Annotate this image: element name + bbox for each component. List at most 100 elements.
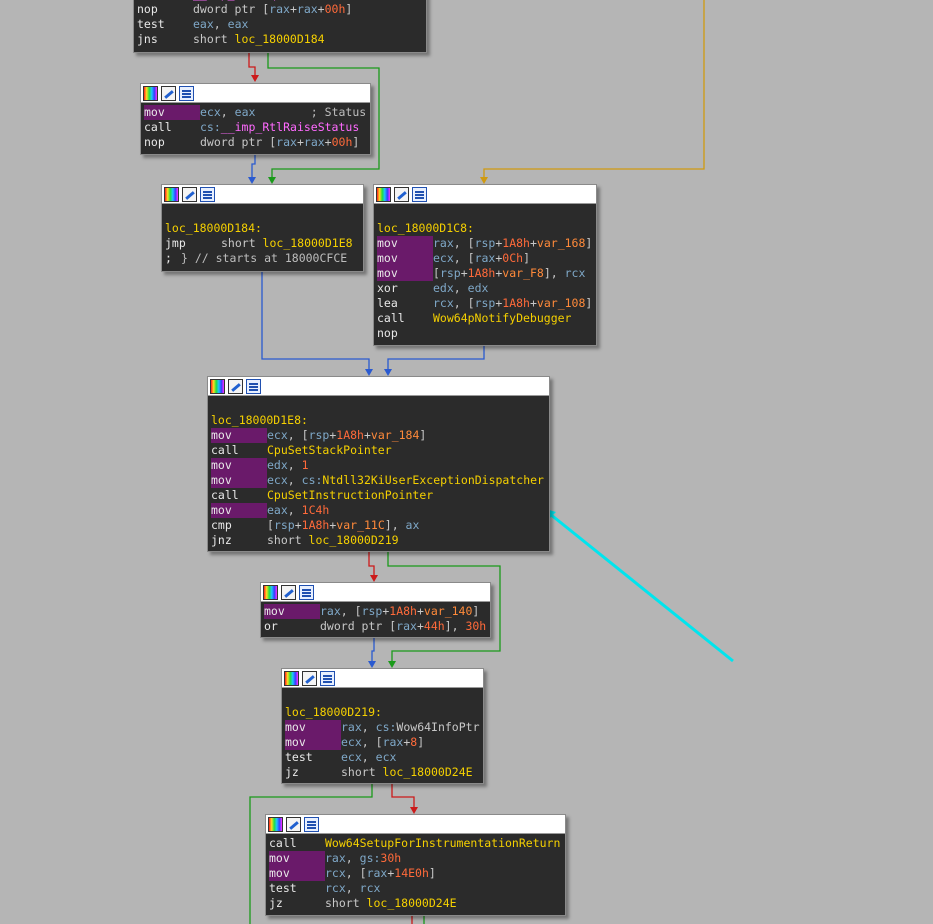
asm-mnemonic[interactable]: xor (377, 281, 433, 296)
graph-node-loc_18000D184[interactable]: loc_18000D184: jmp short loc_18000D1E8;} /… (161, 184, 364, 272)
asm-line[interactable]: lea rcx, [rsp+1A8h+var_108] (377, 296, 593, 311)
graph-overview-icon[interactable] (179, 85, 194, 101)
graph-overview-icon[interactable] (320, 670, 335, 686)
graph-node-loc_18000D1C8[interactable]: loc_18000D1C8: mov rax, [rsp+1A8h+var_168]… (373, 184, 597, 346)
asm-line[interactable]: mov edx, 1 (211, 458, 546, 473)
asm-line[interactable]: loc_18000D1C8: (377, 221, 593, 236)
asm-label[interactable]: loc_18000D1E8: (211, 413, 308, 427)
asm-operand-var[interactable]: var_168 (537, 236, 585, 250)
asm-mnemonic[interactable]: mov (269, 866, 325, 881)
asm-line[interactable]: call CpuSetStackPointer (211, 443, 546, 458)
asm-mnemonic[interactable]: mov (211, 473, 267, 488)
color-palette-icon[interactable] (284, 670, 299, 686)
asm-line[interactable]: nop dword ptr [rax+rax+00h] (137, 2, 423, 17)
asm-mnemonic[interactable]: nop (377, 326, 433, 341)
asm-line[interactable]: nop dword ptr [rax+rax+00h] (144, 135, 367, 150)
asm-line[interactable]: jz short loc_18000D24E (269, 896, 562, 911)
asm-mnemonic[interactable]: mov (285, 720, 341, 735)
color-palette-icon[interactable] (376, 186, 391, 202)
asm-operand-var[interactable]: var_140 (424, 604, 472, 618)
asm-line[interactable]: loc_18000D219: (285, 705, 480, 720)
asm-mnemonic[interactable]: mov (377, 251, 433, 266)
edit-pencil-icon[interactable] (281, 584, 296, 600)
asm-operand-fn[interactable]: Wow64pNotifyDebugger (433, 311, 571, 325)
asm-line[interactable]: jns short loc_18000D184 (137, 32, 423, 47)
asm-operand-lbl[interactable]: loc_18000D184 (235, 32, 325, 46)
asm-line[interactable]: or dword ptr [rax+44h], 30h (264, 619, 487, 634)
asm-operand-fn[interactable]: Ntdll32KiUserExceptionDispatcher (322, 473, 544, 487)
asm-mnemonic[interactable]: test (269, 881, 325, 896)
asm-line[interactable]: mov ecx, cs:Ntdll32KiUserExceptionDispatc… (211, 473, 546, 488)
asm-operand-lbl[interactable]: loc_18000D24E (383, 765, 473, 779)
color-palette-icon[interactable] (210, 378, 225, 394)
asm-mnemonic[interactable]: mov (269, 851, 325, 866)
asm-mnemonic[interactable]: jz (269, 896, 325, 911)
asm-line[interactable]: mov rax, [rsp+1A8h+var_140] (264, 604, 487, 619)
asm-operand-var[interactable]: var_11C (336, 518, 384, 532)
asm-mnemonic[interactable]: nop (144, 135, 200, 150)
asm-line[interactable]: mov ecx, eax ; Status (144, 105, 367, 120)
edit-pencil-icon[interactable] (394, 186, 409, 202)
asm-mnemonic[interactable]: call (144, 120, 200, 135)
asm-line[interactable]: call cs:__imp_RtlRaiseStatus (144, 120, 367, 135)
asm-operand-fn[interactable]: Wow64SetupForInstrumentationReturn (325, 836, 560, 850)
asm-line[interactable]: jmp short loc_18000D1E8 (165, 236, 360, 251)
asm-mnemonic[interactable]: or (264, 619, 320, 634)
asm-line[interactable]: test ecx, ecx (285, 750, 480, 765)
asm-label[interactable]: loc_18000D219: (285, 705, 382, 719)
asm-mnemonic[interactable]: nop (137, 2, 193, 17)
edit-pencil-icon[interactable] (161, 85, 176, 101)
asm-mnemonic[interactable]: cmp (211, 518, 267, 533)
asm-line[interactable]: xor edx, edx (377, 281, 593, 296)
asm-line[interactable]: jz short loc_18000D24E (285, 765, 480, 780)
asm-line[interactable]: mov rax, cs:Wow64InfoPtr (285, 720, 480, 735)
asm-operand-lbl[interactable]: loc_18000D1E8 (263, 236, 353, 250)
asm-mnemonic[interactable]: test (137, 17, 193, 32)
asm-line[interactable]: call CpuSetInstructionPointer (211, 488, 546, 503)
asm-line[interactable]: mov rcx, [rax+14E0h] (269, 866, 562, 881)
graph-overview-icon[interactable] (304, 816, 319, 832)
asm-line[interactable]: test rcx, rcx (269, 881, 562, 896)
color-palette-icon[interactable] (263, 584, 278, 600)
asm-mnemonic[interactable]: mov (264, 604, 320, 619)
asm-mnemonic[interactable]: test (285, 750, 341, 765)
asm-line[interactable]: mov eax, 1C4h (211, 503, 546, 518)
color-palette-icon[interactable] (164, 186, 179, 202)
edit-pencil-icon[interactable] (182, 186, 197, 202)
asm-label[interactable]: loc_18000D1C8: (377, 221, 474, 235)
asm-operand-fn[interactable]: CpuSetStackPointer (267, 443, 392, 457)
asm-line[interactable]: ;} // starts at 18000CFCE (165, 251, 360, 266)
asm-mnemonic[interactable]: mov (377, 266, 433, 281)
asm-operand-fn[interactable]: CpuSetInstructionPointer (267, 488, 433, 502)
graph-node-or-flags[interactable]: mov rax, [rsp+1A8h+var_140] or dword ptr [r… (260, 582, 491, 638)
asm-mnemonic[interactable]: call (211, 488, 267, 503)
graph-overview-icon[interactable] (200, 186, 215, 202)
asm-mnemonic[interactable]: call (211, 443, 267, 458)
asm-line[interactable]: nop (377, 326, 593, 341)
asm-operand-var[interactable]: var_108 (537, 296, 585, 310)
edit-pencil-icon[interactable] (286, 816, 301, 832)
asm-line[interactable]: mov [rsp+1A8h+var_F8], rcx (377, 266, 593, 281)
asm-line[interactable]: jnz short loc_18000D219 (211, 533, 546, 548)
asm-operand-var[interactable]: var_184 (371, 428, 419, 442)
asm-mnemonic[interactable]: mov (211, 503, 267, 518)
asm-mnemonic[interactable]: jz (285, 765, 341, 780)
asm-mnemonic[interactable]: mov (144, 105, 200, 120)
graph-node-raise-status[interactable]: mov ecx, eax ; Status call cs:__imp_RtlRais… (140, 83, 371, 155)
asm-mnemonic[interactable]: mov (285, 735, 341, 750)
graph-node-instrumentation[interactable]: call Wow64SetupForInstrumentationReturn mo… (265, 814, 566, 916)
asm-mnemonic[interactable]: call (377, 311, 433, 326)
color-palette-icon[interactable] (268, 816, 283, 832)
asm-operand-lbl[interactable]: loc_18000D219 (309, 533, 399, 547)
asm-mnemonic[interactable]: jnz (211, 533, 267, 548)
asm-line[interactable]: call Wow64pNotifyDebugger (377, 311, 593, 326)
asm-line[interactable]: mov ecx, [rax+0Ch] (377, 251, 593, 266)
edit-pencil-icon[interactable] (302, 670, 317, 686)
asm-mnemonic[interactable]: mov (211, 428, 267, 443)
asm-mnemonic[interactable]: jmp (165, 236, 221, 251)
graph-node-loc_18000D1E8[interactable]: loc_18000D1E8: mov ecx, [rsp+1A8h+var_184]… (207, 376, 550, 552)
edit-pencil-icon[interactable] (228, 378, 243, 394)
graph-node-top[interactable]: call__imp_RtlAcquirePebLocknopdword ptr … (133, 0, 427, 53)
asm-mnemonic[interactable]: lea (377, 296, 433, 311)
asm-line[interactable]: cmp [rsp+1A8h+var_11C], ax (211, 518, 546, 533)
